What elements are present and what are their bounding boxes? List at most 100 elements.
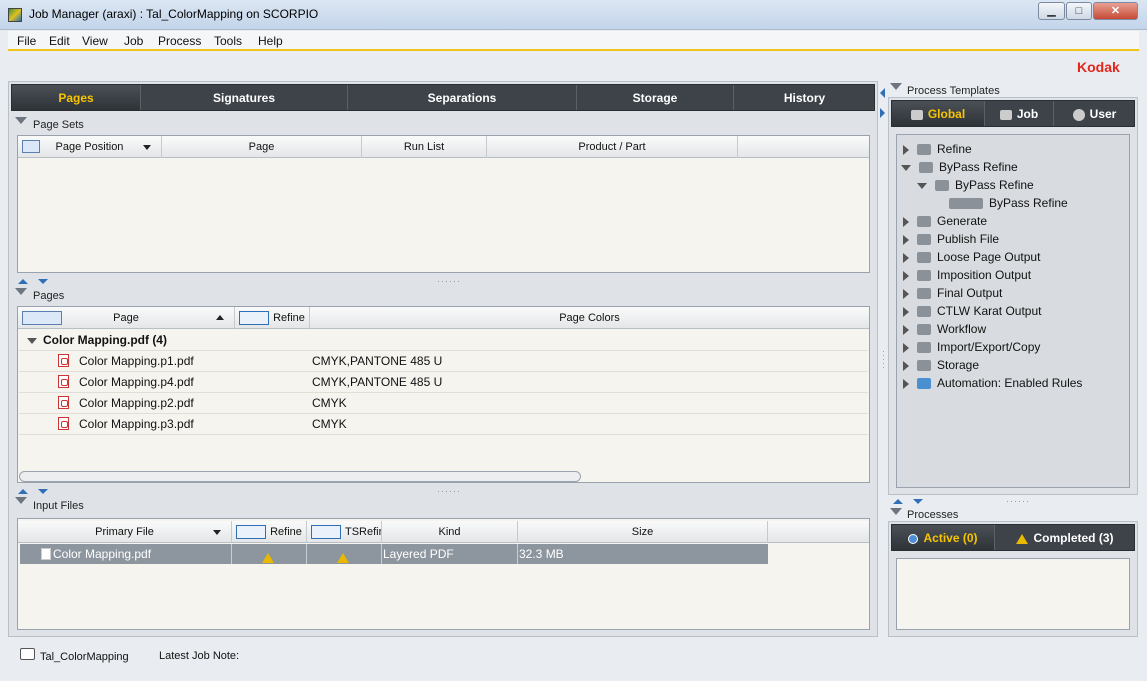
input-files-header: Primary File Refine TSRefir Kind Size	[18, 521, 869, 543]
automation-icon	[917, 378, 931, 390]
col-refine[interactable]: Refine	[232, 521, 307, 543]
tree-item-automation[interactable]: Automation: Enabled Rules	[903, 376, 1082, 390]
tree-item-bypass-refine[interactable]: ByPass Refine	[901, 160, 1018, 174]
tree-item-imposition-output[interactable]: Imposition Output	[903, 268, 1031, 282]
folder-icon	[917, 306, 931, 318]
process-templates-collapse-icon[interactable]	[890, 83, 902, 90]
tab-separations[interactable]: Separations	[348, 85, 577, 110]
input-files-collapse-icon[interactable]	[15, 497, 27, 504]
refine-icon	[236, 525, 266, 539]
page-colors: CMYK,PANTONE 485 U	[312, 354, 443, 368]
folder-icon	[917, 252, 931, 264]
collapse-left-icon[interactable]	[880, 88, 885, 98]
col-page-colors[interactable]: Page Colors	[310, 307, 869, 329]
processes-collapse-icon[interactable]	[890, 508, 902, 515]
warning-icon	[262, 549, 274, 569]
dropdown-arrow-icon[interactable]	[143, 145, 151, 150]
template-tree: Refine ByPass Refine ByPass Refine ByPas…	[896, 134, 1130, 488]
refine-icon	[239, 311, 269, 325]
pdf-icon	[58, 417, 69, 430]
col-run-list[interactable]: Run List	[362, 136, 487, 158]
horizontal-scrollbar[interactable]	[19, 471, 581, 482]
sort-ascending-icon	[216, 315, 224, 320]
splitter-up-icon[interactable]	[18, 489, 28, 494]
group-row[interactable]: Color Mapping.pdf (4)	[19, 330, 868, 351]
page-name: Color Mapping.p2.pdf	[79, 396, 194, 410]
table-row[interactable]: Color Mapping.pdf Layered PDF 32.3 MB	[20, 544, 768, 564]
splitter-down-icon[interactable]	[913, 499, 923, 504]
tab-pages[interactable]: Pages	[12, 85, 141, 110]
col-page[interactable]: Page	[18, 307, 235, 329]
tree-item-workflow[interactable]: Workflow	[903, 322, 986, 336]
dropdown-arrow-icon[interactable]	[213, 530, 221, 535]
col-kind[interactable]: Kind	[382, 521, 518, 543]
tab-job[interactable]: Job	[985, 101, 1054, 126]
col-size[interactable]: Size	[518, 521, 768, 543]
menu-edit[interactable]: Edit	[49, 34, 70, 48]
menu-job[interactable]: Job	[124, 34, 143, 48]
minimize-button[interactable]: ▁	[1038, 2, 1065, 20]
file-size: 32.3 MB	[519, 547, 564, 561]
warning-icon	[337, 549, 349, 569]
tree-item-storage[interactable]: Storage	[903, 358, 979, 372]
expand-icon[interactable]	[27, 337, 37, 344]
splitter-down-icon[interactable]	[38, 489, 48, 494]
job-name[interactable]: Tal_ColorMapping	[40, 651, 129, 663]
pdf-icon	[58, 396, 69, 409]
tab-active[interactable]: Active (0)	[892, 525, 995, 550]
page-colors: CMYK,PANTONE 485 U	[312, 375, 443, 389]
tree-item-refine[interactable]: Refine	[903, 142, 972, 156]
col-page-position[interactable]: Page Position	[18, 136, 162, 158]
splitter-grip[interactable]: ······	[437, 276, 461, 286]
tab-history[interactable]: History	[734, 85, 875, 110]
tree-item-publish-file[interactable]: Publish File	[903, 232, 999, 246]
title-bar[interactable]: Job Manager (araxi) : Tal_ColorMapping o…	[0, 0, 1147, 30]
menu-tools[interactable]: Tools	[214, 34, 242, 48]
col-page[interactable]: Page	[162, 136, 362, 158]
splitter-grip[interactable]: ······	[437, 486, 461, 496]
splitter-up-icon[interactable]	[18, 279, 28, 284]
splitter-grip[interactable]: ······	[1006, 496, 1030, 506]
col-primary-file[interactable]: Primary File	[18, 521, 232, 543]
menu-process[interactable]: Process	[158, 34, 201, 48]
view-mode-icon[interactable]	[22, 140, 40, 153]
splitter-down-icon[interactable]	[38, 279, 48, 284]
tab-global[interactable]: Global	[892, 101, 985, 126]
menu-file[interactable]: File	[17, 34, 36, 48]
tree-item-import-export-copy[interactable]: Import/Export/Copy	[903, 340, 1040, 354]
tab-completed[interactable]: Completed (3)	[995, 525, 1135, 550]
tab-signatures[interactable]: Signatures	[141, 85, 348, 110]
table-row[interactable]: Color Mapping.p4.pdf CMYK,PANTONE 485 U	[19, 372, 868, 393]
tree-item-ctlw-karat-output[interactable]: CTLW Karat Output	[903, 304, 1041, 318]
pages-grid: Page Refine Page Colors Color Mapping.pd…	[17, 306, 870, 483]
tree-item-loose-page-output[interactable]: Loose Page Output	[903, 250, 1040, 264]
page-sets-collapse-icon[interactable]	[15, 117, 27, 124]
table-row[interactable]: Color Mapping.p1.pdf CMYK,PANTONE 485 U	[19, 351, 868, 372]
maximize-button[interactable]: □	[1066, 2, 1092, 20]
table-row[interactable]: Color Mapping.p3.pdf CMYK	[19, 414, 868, 435]
folder-icon	[917, 324, 931, 336]
process-templates-title: Process Templates	[907, 85, 1000, 97]
page-sets-title: Page Sets	[33, 119, 84, 131]
splitter-up-icon[interactable]	[893, 499, 903, 504]
tree-item-generate[interactable]: Generate	[903, 214, 987, 228]
menu-help[interactable]: Help	[258, 34, 283, 48]
tree-item-bypass-refine-sub[interactable]: ByPass Refine	[917, 178, 1034, 192]
user-icon	[1072, 108, 1085, 121]
tree-item-bypass-refine-leaf[interactable]: ByPass Refine	[949, 196, 1068, 210]
col-refine[interactable]: Refine	[235, 307, 310, 329]
tree-item-final-output[interactable]: Final Output	[903, 286, 1002, 300]
processes-list	[896, 558, 1130, 630]
tsrefine-icon	[311, 525, 341, 539]
template-icon	[949, 198, 983, 210]
close-button[interactable]: ✕	[1093, 2, 1138, 20]
view-toggle-icon[interactable]	[22, 311, 62, 325]
col-tsrefine[interactable]: TSRefir	[307, 521, 382, 543]
menu-view[interactable]: View	[82, 34, 108, 48]
table-row[interactable]: Color Mapping.p2.pdf CMYK	[19, 393, 868, 414]
collapse-right-icon[interactable]	[880, 108, 885, 118]
col-product-part[interactable]: Product / Part	[487, 136, 738, 158]
pages-collapse-icon[interactable]	[15, 288, 27, 295]
tab-user[interactable]: User	[1054, 101, 1135, 126]
tab-storage[interactable]: Storage	[577, 85, 734, 110]
